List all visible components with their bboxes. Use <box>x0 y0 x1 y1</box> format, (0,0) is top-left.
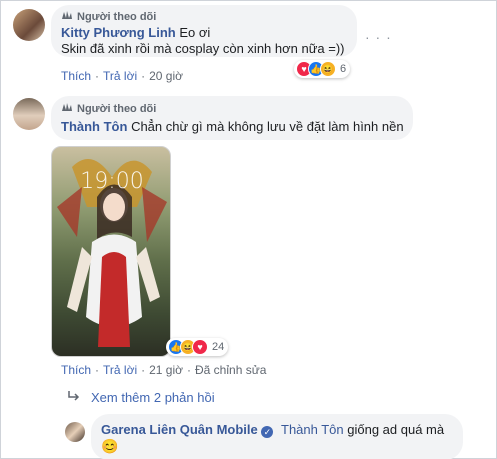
comment-text-thanh-ton: Thành Tôn Chẳn chừ gì mà không lưu về đặ… <box>61 119 404 134</box>
follower-label: Người theo dõi <box>77 10 157 23</box>
reply-author-garena[interactable]: Garena Liên Quân Mobile <box>101 422 258 437</box>
smile-emoji: 😊 <box>101 438 119 454</box>
reply-arrow-icon <box>67 390 81 405</box>
reaction-count: 24 <box>212 341 225 353</box>
view-more-replies[interactable]: Xem thêm 2 phản hồi <box>67 390 215 405</box>
comment-author-thanh-ton[interactable]: Thành Tôn <box>61 119 127 134</box>
reply-link[interactable]: Trả lời <box>103 69 137 83</box>
reactions-summary-1[interactable]: ♥ 👍 😆 6 <box>294 60 351 78</box>
like-link[interactable]: Thích <box>61 363 91 377</box>
avatar-thanh-ton[interactable] <box>13 98 45 130</box>
comment-time[interactable]: 20 giờ <box>149 69 183 83</box>
phone-clock: 19:00 <box>80 169 144 194</box>
comment-actions-2: Thích · Trả lời · 21 giờ · Đã chỉnh sửa <box>61 363 267 377</box>
comment-time[interactable]: 21 giờ <box>149 363 183 377</box>
reply-text-garena: Garena Liên Quân Mobile ✓ Thành Tôn giốn… <box>101 422 444 438</box>
follower-hand-icon <box>61 102 73 115</box>
more-options-icon[interactable]: · · · <box>365 29 392 45</box>
love-reaction-icon: ♥ <box>192 339 208 355</box>
haha-reaction-icon: 😆 <box>320 61 336 77</box>
comment-text-line2: Skin đã xinh rồi mà cosplay còn xinh hơn… <box>61 41 345 56</box>
reply-mention[interactable]: Thành Tôn <box>281 422 344 437</box>
like-link[interactable]: Thích <box>61 69 91 83</box>
avatar-kitty[interactable] <box>13 9 45 41</box>
verified-badge-icon: ✓ <box>261 426 274 438</box>
view-more-replies-label[interactable]: Xem thêm 2 phản hồi <box>91 390 215 405</box>
reply-text: giống ad quá mà <box>347 422 445 437</box>
comment-text-kitty: Kitty Phương Linh Eo ơi <box>61 25 210 40</box>
follower-label: Người theo dõi <box>77 102 157 115</box>
attached-phone-screenshot[interactable]: 19:00 <box>51 146 171 357</box>
reactions-summary-2[interactable]: 👍 😆 ♥ 24 <box>166 338 229 356</box>
follower-hand-icon <box>61 10 73 23</box>
avatar-garena[interactable] <box>65 422 85 442</box>
comment-text: Chẳn chừ gì mà không lưu về đặt làm hình… <box>131 119 404 134</box>
reaction-count: 6 <box>340 63 347 75</box>
edited-label[interactable]: Đã chỉnh sửa <box>195 363 266 377</box>
comment-author-kitty[interactable]: Kitty Phương Linh <box>61 25 176 40</box>
comment-actions-1: Thích · Trả lời · 20 giờ <box>61 69 183 83</box>
follower-badge: Người theo dõi <box>61 102 156 115</box>
reply-link[interactable]: Trả lời <box>103 363 137 377</box>
follower-badge: Người theo dõi <box>61 10 156 23</box>
comment-text-line1: Eo ơi <box>179 25 211 40</box>
